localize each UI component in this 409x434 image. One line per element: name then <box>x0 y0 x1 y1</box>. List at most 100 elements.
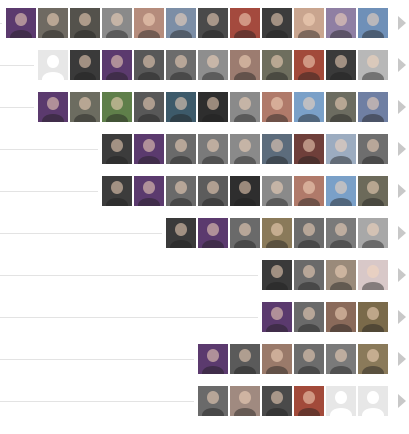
expand-arrow-icon[interactable] <box>398 100 406 114</box>
avatar[interactable] <box>38 8 68 38</box>
avatar[interactable] <box>166 134 196 164</box>
expand-arrow-icon[interactable] <box>398 184 406 198</box>
avatar[interactable] <box>230 218 260 248</box>
avatar[interactable] <box>294 302 324 332</box>
placeholder-avatar-icon[interactable] <box>326 386 356 416</box>
avatar[interactable] <box>326 260 356 290</box>
avatar[interactable] <box>230 134 260 164</box>
avatar[interactable] <box>262 260 292 290</box>
avatar[interactable] <box>198 386 228 416</box>
avatar[interactable] <box>102 134 132 164</box>
avatar[interactable] <box>326 344 356 374</box>
avatar[interactable] <box>198 176 228 206</box>
avatar[interactable] <box>70 92 100 122</box>
avatar[interactable] <box>294 344 324 374</box>
avatar[interactable] <box>262 386 292 416</box>
group-row <box>0 6 409 40</box>
avatar[interactable] <box>294 134 324 164</box>
avatar[interactable] <box>198 8 228 38</box>
avatar[interactable] <box>358 50 388 80</box>
avatar[interactable] <box>230 176 260 206</box>
avatar[interactable] <box>166 50 196 80</box>
expand-arrow-icon[interactable] <box>398 16 406 30</box>
avatar[interactable] <box>294 386 324 416</box>
expand-arrow-icon[interactable] <box>398 310 406 324</box>
avatar[interactable] <box>358 344 388 374</box>
avatar[interactable] <box>358 92 388 122</box>
avatar[interactable] <box>326 176 356 206</box>
avatar[interactable] <box>166 92 196 122</box>
avatar[interactable] <box>326 218 356 248</box>
group-row <box>0 48 409 82</box>
avatar[interactable] <box>358 218 388 248</box>
avatar[interactable] <box>358 302 388 332</box>
avatar[interactable] <box>326 134 356 164</box>
avatar[interactable] <box>358 8 388 38</box>
avatar[interactable] <box>198 134 228 164</box>
placeholder-avatar-icon[interactable] <box>358 386 388 416</box>
avatar[interactable] <box>134 8 164 38</box>
avatar[interactable] <box>262 92 292 122</box>
avatar[interactable] <box>358 260 388 290</box>
avatar[interactable] <box>294 8 324 38</box>
avatar[interactable] <box>102 8 132 38</box>
avatar[interactable] <box>294 176 324 206</box>
avatar[interactable] <box>294 50 324 80</box>
expand-arrow-icon[interactable] <box>398 58 406 72</box>
avatar[interactable] <box>134 134 164 164</box>
expand-arrow-icon[interactable] <box>398 142 406 156</box>
avatar[interactable] <box>134 50 164 80</box>
avatar[interactable] <box>294 92 324 122</box>
avatar[interactable] <box>230 50 260 80</box>
avatar[interactable] <box>198 218 228 248</box>
avatar[interactable] <box>166 176 196 206</box>
row-divider-line <box>0 65 34 66</box>
friend-groups-grid <box>0 0 409 434</box>
avatar[interactable] <box>262 302 292 332</box>
avatar[interactable] <box>198 50 228 80</box>
avatar[interactable] <box>326 50 356 80</box>
row-divider-line <box>0 233 162 234</box>
avatar[interactable] <box>294 218 324 248</box>
avatar[interactable] <box>262 8 292 38</box>
avatar[interactable] <box>358 176 388 206</box>
placeholder-avatar-icon[interactable] <box>38 50 68 80</box>
expand-arrow-icon[interactable] <box>398 268 406 282</box>
avatar[interactable] <box>70 8 100 38</box>
expand-arrow-icon[interactable] <box>398 394 406 408</box>
row-divider-line <box>0 191 98 192</box>
avatar[interactable] <box>230 344 260 374</box>
avatar[interactable] <box>230 8 260 38</box>
avatar[interactable] <box>102 176 132 206</box>
avatar[interactable] <box>70 50 100 80</box>
row-divider-line <box>0 23 2 24</box>
avatar[interactable] <box>326 302 356 332</box>
avatar[interactable] <box>6 8 36 38</box>
avatar[interactable] <box>262 50 292 80</box>
avatar[interactable] <box>326 92 356 122</box>
avatar[interactable] <box>166 8 196 38</box>
avatar[interactable] <box>262 134 292 164</box>
avatar[interactable] <box>294 260 324 290</box>
avatar[interactable] <box>102 50 132 80</box>
avatar[interactable] <box>134 92 164 122</box>
avatar[interactable] <box>198 344 228 374</box>
avatar[interactable] <box>262 218 292 248</box>
group-row <box>0 258 409 292</box>
avatar[interactable] <box>262 344 292 374</box>
avatar[interactable] <box>326 8 356 38</box>
avatar[interactable] <box>358 134 388 164</box>
expand-arrow-icon[interactable] <box>398 352 406 366</box>
avatar[interactable] <box>166 218 196 248</box>
group-row <box>0 174 409 208</box>
avatar[interactable] <box>102 92 132 122</box>
avatar[interactable] <box>230 92 260 122</box>
avatar[interactable] <box>134 176 164 206</box>
avatar[interactable] <box>198 92 228 122</box>
row-divider-line <box>0 401 194 402</box>
expand-arrow-icon[interactable] <box>398 226 406 240</box>
row-divider-line <box>0 107 34 108</box>
avatar[interactable] <box>38 92 68 122</box>
avatar[interactable] <box>262 176 292 206</box>
avatar[interactable] <box>230 386 260 416</box>
